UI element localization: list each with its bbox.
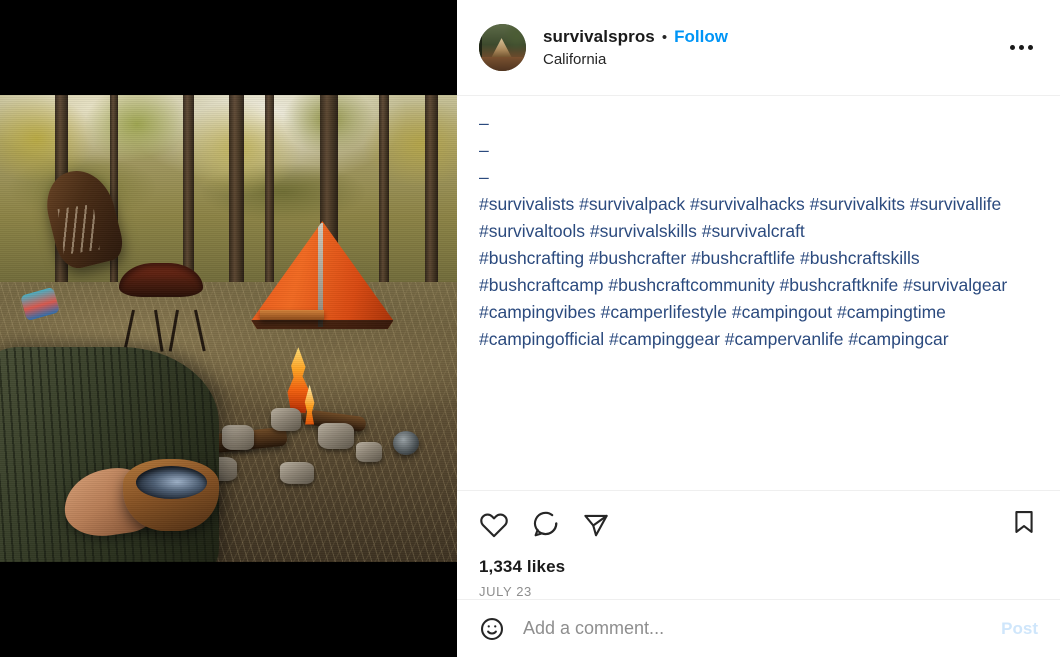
- separator-dot: •: [661, 29, 668, 46]
- post-media-column: [0, 0, 457, 657]
- wooden-kuksa-mug: [123, 459, 220, 532]
- save-bookmark-icon[interactable]: [1010, 508, 1038, 541]
- post-detail-panel: survivalspros • Follow California – – – …: [457, 0, 1060, 657]
- hashtag-group-survival[interactable]: #survivalists #survivalpack #survivalhac…: [479, 191, 1038, 245]
- caption-scroll-area[interactable]: – – – #survivalists #survivalpack #survi…: [457, 96, 1060, 491]
- caption-line: –: [479, 140, 489, 160]
- post-meta: 1,334 likes JULY 23: [457, 557, 1060, 599]
- camp-chair-legs: [123, 309, 206, 352]
- share-paper-plane-icon[interactable]: [581, 509, 611, 539]
- comment-composer: Post: [457, 599, 1060, 657]
- avatar-ground: [479, 56, 526, 71]
- username-row: survivalspros • Follow: [543, 27, 728, 47]
- likes-count[interactable]: 1,334 likes: [479, 557, 1038, 577]
- post-comment-button[interactable]: Post: [1001, 619, 1038, 639]
- post-header: survivalspros • Follow California: [457, 0, 1060, 96]
- username-link[interactable]: survivalspros: [543, 27, 655, 47]
- instagram-post: survivalspros • Follow California – – – …: [0, 0, 1060, 657]
- primary-actions: [479, 509, 611, 539]
- like-heart-icon[interactable]: [479, 509, 509, 539]
- caption-line: –: [479, 167, 489, 187]
- camp-table: [260, 309, 325, 320]
- caption-line: –: [479, 113, 489, 133]
- post-actions-bar: [457, 491, 1060, 557]
- header-text-group: survivalspros • Follow California: [543, 27, 728, 68]
- hashtag-group-camping[interactable]: #campingvibes #camperlifestyle #campingo…: [479, 299, 1038, 353]
- comment-bubble-icon[interactable]: [530, 509, 560, 539]
- avatar[interactable]: [479, 24, 526, 71]
- follow-button[interactable]: Follow: [674, 27, 728, 47]
- post-date: JULY 23: [479, 584, 532, 599]
- post-photo[interactable]: [0, 95, 457, 562]
- comment-input[interactable]: [523, 618, 984, 639]
- camp-chair-seat: [118, 263, 203, 298]
- location-label[interactable]: California: [543, 51, 728, 68]
- emoji-smiley-icon[interactable]: [479, 616, 505, 642]
- more-options-icon[interactable]: [1004, 33, 1038, 63]
- caption-text: – – – #survivalists #survivalpack #survi…: [479, 110, 1038, 353]
- hashtag-group-bushcraft[interactable]: #bushcrafting #bushcrafter #bushcraftlif…: [479, 245, 1038, 299]
